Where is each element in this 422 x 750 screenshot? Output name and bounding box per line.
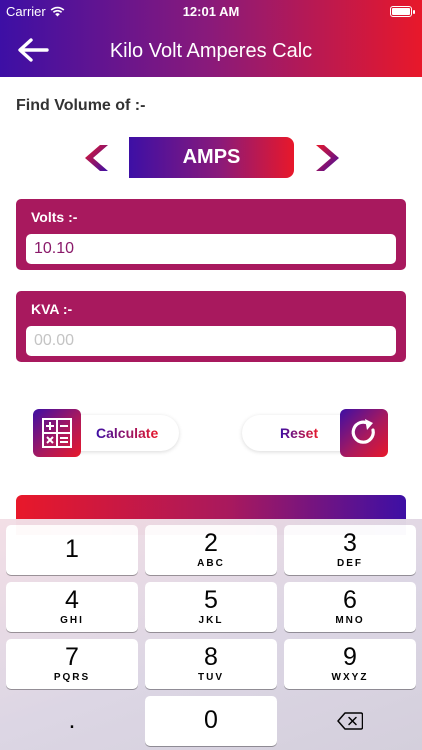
kva-label: KVA :- [31,301,73,317]
chevron-left-icon [85,145,108,171]
key-letters: GHI [60,615,84,626]
status-time: 12:01 AM [182,4,240,19]
key-9[interactable]: 9 WXYZ [284,639,416,689]
calculate-label: Calculate [96,425,159,441]
status-bar: Carrier 12:01 AM [0,0,422,22]
battery-icon [390,6,415,17]
key-letters: JKL [198,615,224,626]
numeric-keypad: 1 2 ABC 3 DEF 4 GHI 5 JKL 6 MNO 7 PQRS 8… [0,519,422,750]
key-letters: TUV [198,672,224,683]
reset-icon-button[interactable] [340,409,388,457]
chevron-right-icon [316,145,339,171]
key-digit: 1 [65,535,79,563]
previous-unit-button[interactable] [84,143,114,173]
refresh-icon [351,419,375,444]
key-letters: ABC [197,558,225,569]
find-volume-label: Find Volume of :- [16,97,146,114]
key-digit: 2 [204,529,218,557]
calculate-icon-button[interactable] [33,409,81,457]
key-digit: . [68,706,76,734]
key-digit: 4 [65,586,79,614]
key-6[interactable]: 6 MNO [284,582,416,632]
key-digit: 5 [204,586,218,614]
key-5[interactable]: 5 JKL [145,582,277,632]
key-digit: 0 [204,706,218,734]
key-0[interactable]: 0 [145,696,277,746]
page-title: Kilo Volt Amperes Calc [109,40,313,62]
key-7[interactable]: 7 PQRS [6,639,138,689]
calculator-icon [42,418,72,448]
key-digit: 9 [343,643,357,671]
volts-input[interactable] [26,234,396,264]
key-3[interactable]: 3 DEF [284,525,416,575]
next-unit-button[interactable] [310,143,340,173]
key-letters: MNO [335,615,365,626]
kva-input[interactable] [26,326,396,356]
app-header: Carrier 12:01 AM Kilo Volt Amperes Calc [0,0,422,77]
key-1[interactable]: 1 [6,525,138,575]
key-digit: 6 [343,586,357,614]
key-2[interactable]: 2 ABC [145,525,277,575]
key-backspace[interactable] [284,696,416,746]
backspace-icon [337,712,364,730]
key-4[interactable]: 4 GHI [6,582,138,632]
key-letters: WXYZ [331,672,369,683]
key-digit: 8 [204,643,218,671]
volts-card: Volts :- [16,199,406,270]
reset-label: Reset [280,425,319,441]
volts-label: Volts :- [31,209,78,225]
kva-card: KVA :- [16,291,406,362]
key-digit: 7 [65,643,79,671]
key-8[interactable]: 8 TUV [145,639,277,689]
key-digit: 3 [343,529,357,557]
unit-selector-button[interactable]: AMPS [129,137,294,178]
key-letters: DEF [337,558,363,569]
key-letters: PQRS [53,672,91,683]
key-decimal[interactable]: . [6,696,138,746]
